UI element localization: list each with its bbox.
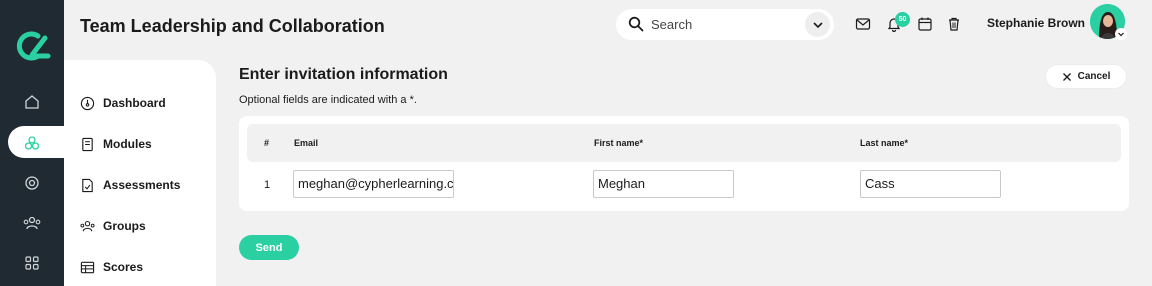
search-bar[interactable]: Search: [616, 9, 834, 40]
trash-icon[interactable]: [946, 16, 962, 32]
table-icon: [80, 261, 95, 273]
sidebar-item-label: Dashboard: [103, 96, 166, 110]
form-title: Enter invitation information: [239, 66, 448, 83]
email-field[interactable]: meghan@cypherlearning.com: [293, 170, 454, 198]
target-icon[interactable]: [20, 171, 44, 195]
invitation-table: # Email First name* Last name* 1 meghan@…: [239, 116, 1129, 211]
page-title: Team Leadership and Collaboration: [80, 16, 385, 36]
logo-icon[interactable]: [12, 30, 52, 62]
last-name-field[interactable]: Cass: [860, 170, 1001, 198]
search-scope-dropdown[interactable]: [805, 12, 830, 37]
column-header-last-name: Last name*: [860, 138, 909, 148]
calendar-icon[interactable]: [917, 16, 933, 32]
dashboard-icon: [80, 96, 95, 110]
table-header: # Email First name* Last name*: [247, 124, 1121, 162]
mail-icon[interactable]: [855, 16, 871, 32]
cancel-label: Cancel: [1077, 71, 1111, 82]
search-icon: [628, 16, 644, 32]
groups-icon: [80, 220, 95, 231]
sidebar: Dashboard Modules Assessments Groups Sco…: [64, 60, 216, 286]
column-header-email: Email: [294, 138, 319, 148]
modules-icon[interactable]: [20, 131, 44, 155]
sidebar-item-scores[interactable]: Scores: [80, 257, 143, 277]
sidebar-item-label: Assessments: [103, 178, 181, 192]
people-icon[interactable]: [20, 211, 44, 235]
sidebar-item-assessments[interactable]: Assessments: [80, 175, 180, 195]
send-button[interactable]: Send: [239, 235, 299, 260]
column-header-number: #: [264, 138, 270, 148]
close-icon: [1062, 72, 1071, 81]
sidebar-item-label: Scores: [103, 260, 144, 274]
sidebar-item-label: Groups: [103, 219, 146, 233]
grid-icon[interactable]: [20, 251, 44, 275]
sidebar-item-groups[interactable]: Groups: [80, 216, 146, 236]
sidebar-item-dashboard[interactable]: Dashboard: [80, 93, 166, 113]
sidebar-item-label: Modules: [103, 137, 152, 151]
row-number: 1: [264, 179, 271, 191]
search-input[interactable]: Search: [651, 17, 692, 32]
first-name-field[interactable]: Meghan: [593, 170, 734, 198]
chevron-down-icon: [1118, 32, 1124, 37]
chevron-down-icon: [812, 21, 823, 28]
icon-rail: [0, 0, 64, 286]
cancel-button[interactable]: Cancel: [1046, 65, 1126, 88]
sidebar-item-modules[interactable]: Modules: [80, 134, 152, 154]
book-icon: [82, 137, 93, 151]
column-header-first-name: First name*: [594, 138, 644, 148]
user-menu-caret[interactable]: [1115, 28, 1127, 40]
form-subtitle: Optional fields are indicated with a *.: [239, 94, 417, 106]
assessment-icon: [82, 178, 93, 192]
user-name[interactable]: Stephanie Brown: [987, 16, 1085, 30]
home-icon[interactable]: [20, 90, 44, 114]
notification-badge: 50: [895, 12, 910, 27]
